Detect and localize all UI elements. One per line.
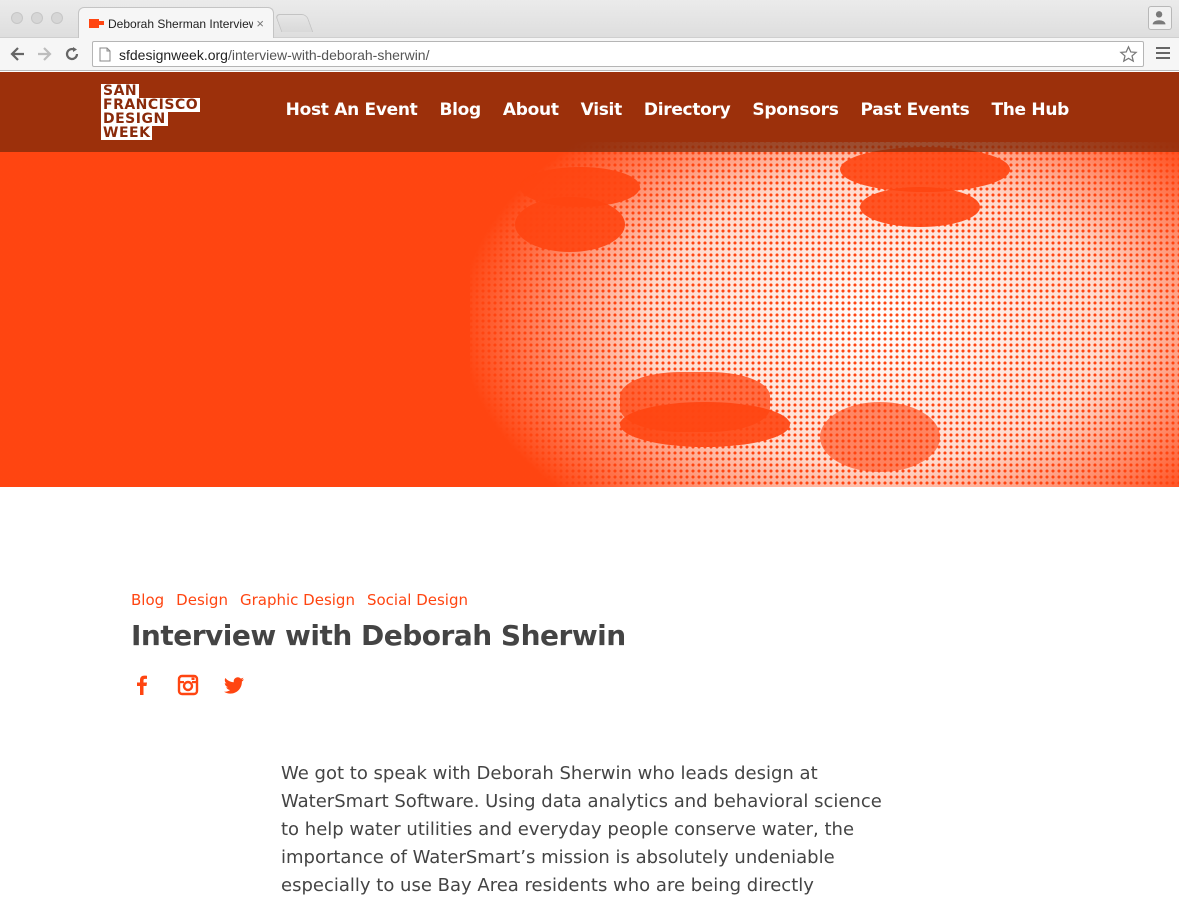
- hero-banner: SAN FRANCISCO DESIGN WEEK Host An Event …: [0, 72, 1179, 487]
- article-body: We got to speak with Deborah Sherwin who…: [281, 760, 901, 900]
- social-share: [131, 674, 245, 696]
- category-design[interactable]: Design: [176, 591, 228, 609]
- article-body-line: WaterSmart Software. Using data analytic…: [281, 791, 882, 812]
- article-body-line: importance of WaterSmart’s mission is ab…: [281, 847, 835, 868]
- nav-past-events[interactable]: Past Events: [861, 100, 970, 120]
- reload-icon[interactable]: [62, 44, 82, 64]
- back-arrow-icon[interactable]: [8, 44, 28, 64]
- profile-button[interactable]: [1148, 6, 1172, 30]
- bookmark-star-icon[interactable]: [1119, 45, 1138, 64]
- browser-tab-active[interactable]: Deborah Sherman Interview ×: [78, 7, 274, 39]
- logo-line: FRANCISCO: [101, 97, 201, 113]
- article-title: Interview with Deborah Sherwin: [131, 619, 626, 652]
- logo-line: WEEK: [101, 125, 153, 141]
- article-body-line: to help water utilities and everyday peo…: [281, 819, 855, 840]
- instagram-icon[interactable]: [177, 674, 199, 696]
- nav-sponsors[interactable]: Sponsors: [752, 100, 838, 120]
- browser-menu-icon[interactable]: [1156, 46, 1170, 60]
- article-body-line: We got to speak with Deborah Sherwin who…: [281, 763, 818, 784]
- twitter-icon[interactable]: [223, 674, 245, 696]
- main-nav: Host An Event Blog About Visit Directory…: [286, 100, 1070, 120]
- logo-line: DESIGN: [101, 111, 168, 127]
- new-tab-button[interactable]: [274, 14, 314, 32]
- page-icon: [99, 47, 111, 62]
- category-links: Blog Design Graphic Design Social Design: [131, 591, 468, 609]
- nav-about[interactable]: About: [503, 100, 559, 120]
- tab-title: Deborah Sherman Interview: [108, 17, 253, 31]
- category-blog[interactable]: Blog: [131, 591, 164, 609]
- nav-blog[interactable]: Blog: [439, 100, 481, 120]
- url-text[interactable]: sfdesignweek.org/interview-with-deborah-…: [119, 47, 429, 63]
- address-bar[interactable]: sfdesignweek.org/interview-with-deborah-…: [92, 41, 1144, 67]
- window-close-button[interactable]: [11, 12, 23, 24]
- window-zoom-button[interactable]: [51, 12, 63, 24]
- nav-directory[interactable]: Directory: [644, 100, 731, 120]
- browser-toolbar: sfdesignweek.org/interview-with-deborah-…: [0, 38, 1179, 71]
- nav-the-hub[interactable]: The Hub: [991, 100, 1069, 120]
- site-header: SAN FRANCISCO DESIGN WEEK Host An Event …: [0, 72, 1179, 152]
- url-host: sfdesignweek.org: [119, 47, 228, 63]
- category-graphic-design[interactable]: Graphic Design: [240, 591, 355, 609]
- url-path: /interview-with-deborah-sherwin/: [227, 47, 430, 63]
- sfdw-favicon-icon: [89, 19, 104, 28]
- person-icon: [1152, 11, 1166, 25]
- forward-arrow-icon[interactable]: [34, 44, 54, 64]
- facebook-icon[interactable]: [131, 674, 153, 696]
- window-minimize-button[interactable]: [31, 12, 43, 24]
- site-logo[interactable]: SAN FRANCISCO DESIGN WEEK: [101, 84, 209, 140]
- nav-visit[interactable]: Visit: [581, 100, 623, 120]
- article-body-line: especially to use Bay Area residents who…: [281, 875, 814, 896]
- logo-line: SAN: [101, 83, 140, 99]
- nav-host-an-event[interactable]: Host An Event: [286, 100, 418, 120]
- category-social-design[interactable]: Social Design: [367, 591, 468, 609]
- tab-close-icon[interactable]: ×: [256, 16, 264, 31]
- browser-tabstrip: Deborah Sherman Interview ×: [0, 0, 1179, 39]
